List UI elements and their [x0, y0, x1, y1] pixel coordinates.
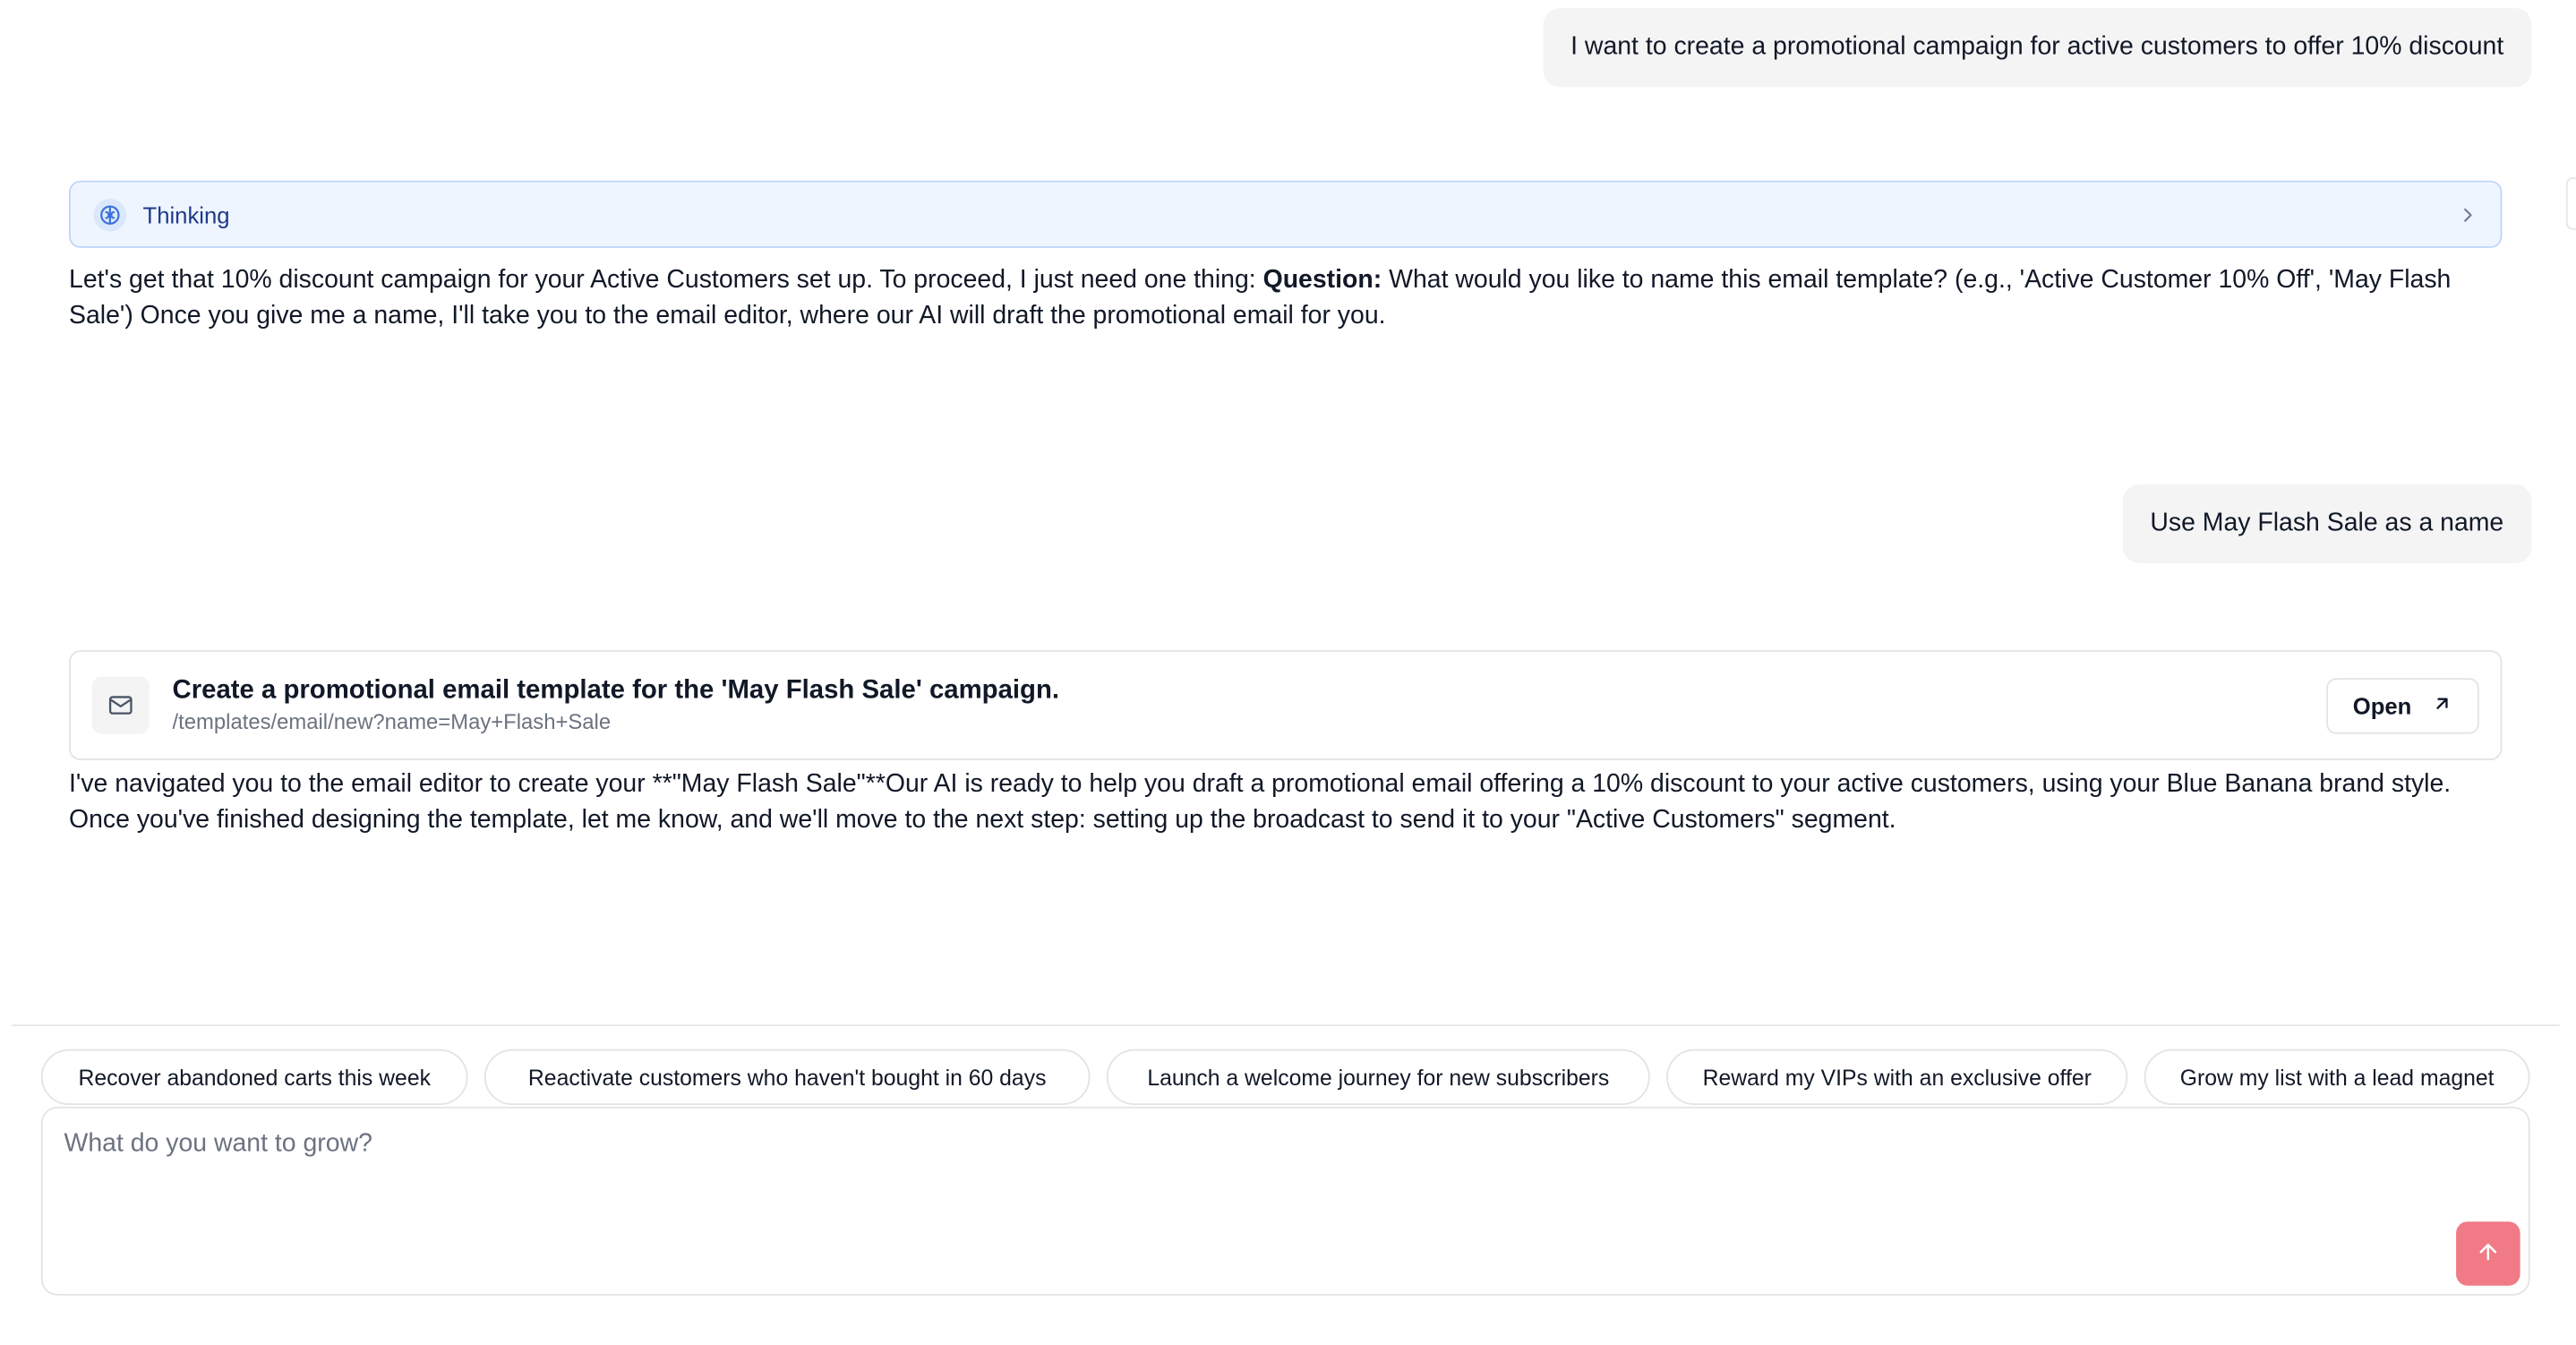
assistant-message: I've navigated you to the email editor t…: [69, 767, 2509, 839]
action-card-path: /templates/email/new?name=May+Flash+Sale: [172, 708, 612, 733]
assistant-message-text: Once you've finished designing the templ…: [69, 806, 1896, 835]
chat-screen: I want to create a promotional campaign …: [0, 0, 2576, 1345]
user-message-text: Use May Flash Sale as a name: [2150, 509, 2504, 537]
question-label: Question:: [1262, 266, 1382, 295]
suggestion-chip[interactable]: Launch a welcome journey for new subscri…: [1106, 1049, 1650, 1106]
suggestion-chip[interactable]: Reactivate customers who haven't bought …: [484, 1049, 1091, 1106]
user-message: I want to create a promotional campaign …: [1542, 8, 2532, 88]
prompt-input[interactable]: [64, 1129, 2428, 1229]
divider: [11, 1024, 2560, 1026]
assistant-message: Let's get that 10% discount campaign for…: [69, 262, 2509, 335]
composer: [40, 1106, 2530, 1296]
suggestion-chip[interactable]: Recover abandoned carts this week: [40, 1049, 468, 1106]
brain-icon: [93, 197, 127, 231]
chevron-right-icon: [2458, 204, 2478, 224]
user-message: Use May Flash Sale as a name: [2122, 484, 2532, 563]
send-button[interactable]: [2456, 1221, 2520, 1286]
assistant-message-text: I've navigated you to the email editor t…: [69, 769, 2452, 799]
assistant-message-text: Let's get that 10% discount campaign for…: [69, 266, 1263, 295]
user-message-text: I want to create a promotional campaign …: [1570, 32, 2504, 61]
mail-icon: [91, 676, 150, 734]
thinking-label: Thinking: [142, 201, 230, 227]
suggestion-chip[interactable]: Grow my list with a lead magnet: [2144, 1049, 2530, 1106]
thinking-toggle[interactable]: Thinking: [69, 180, 2503, 248]
open-button[interactable]: Open: [2326, 677, 2479, 733]
arrow-up-icon: [2476, 1238, 2501, 1268]
arrow-up-right-icon: [2431, 692, 2452, 718]
open-button-label: Open: [2352, 691, 2412, 719]
panel-resize-handle[interactable]: [2565, 177, 2576, 230]
action-card-title: Create a promotional email template for …: [172, 675, 1060, 704]
action-card: Create a promotional email template for …: [69, 650, 2503, 760]
suggestion-chip[interactable]: Reward my VIPs with an exclusive offer: [1666, 1049, 2128, 1106]
